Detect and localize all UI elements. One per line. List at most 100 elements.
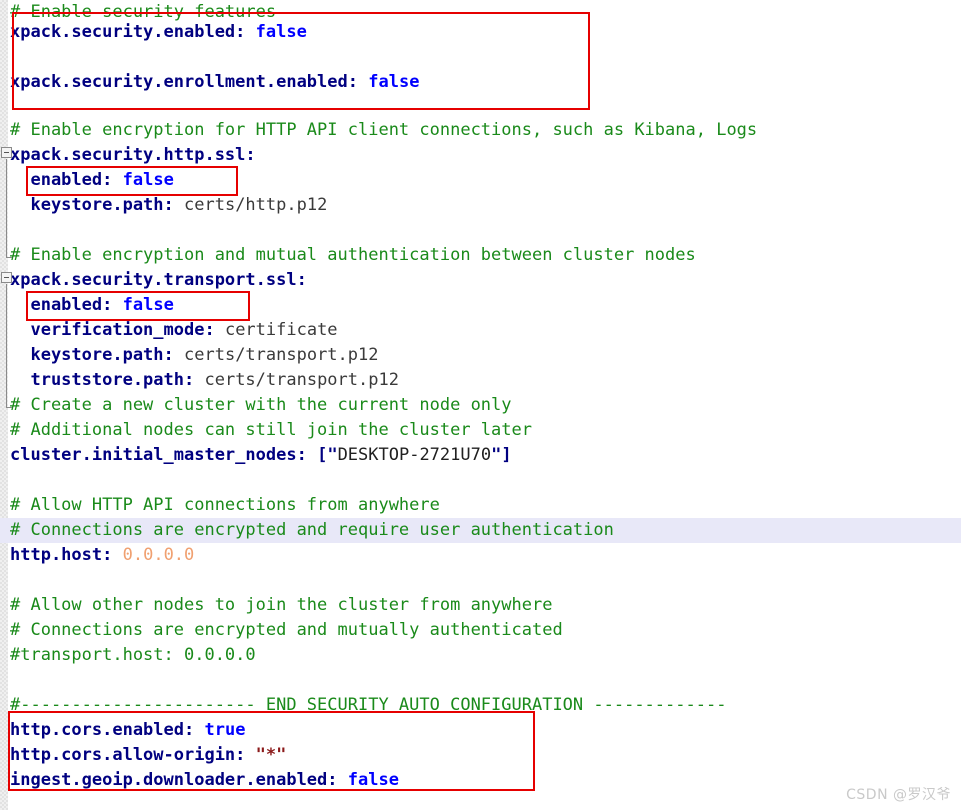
code-token-val xyxy=(112,295,122,315)
code-line-text: # Additional nodes can still join the cl… xyxy=(0,418,532,443)
code-line[interactable]: #----------------------- END SECURITY AU… xyxy=(0,693,961,718)
code-line[interactable]: keystore.path: certs/http.p12 xyxy=(0,193,961,218)
code-line[interactable]: http.host: 0.0.0.0 xyxy=(0,543,961,568)
code-line[interactable] xyxy=(0,668,961,693)
fold-transport-ssl-toggle-icon[interactable] xyxy=(1,272,12,283)
code-line-text: # Allow other nodes to join the cluster … xyxy=(0,593,552,618)
code-token-val: certificate xyxy=(214,320,338,340)
code-token-bool: true xyxy=(204,720,246,740)
code-line[interactable]: cluster.initial_master_nodes: ["DESKTOP-… xyxy=(0,443,961,468)
code-line-text: xpack.security.http.ssl: xyxy=(0,143,256,168)
code-token-ip: 0.0.0.0 xyxy=(122,545,195,565)
code-line-text: xpack.security.enrollment.enabled: false xyxy=(0,70,419,95)
code-line[interactable]: # Connections are encrypted and mutually… xyxy=(0,618,961,643)
code-token-key: http.cors.enabled xyxy=(10,720,184,740)
code-line[interactable]: xpack.security.http.ssl: xyxy=(0,143,961,168)
code-token-cmt: # Enable encryption and mutual authentic… xyxy=(10,245,696,265)
code-line-current[interactable]: # Connections are encrypted and require … xyxy=(0,518,961,543)
code-line-text: keystore.path: certs/transport.p12 xyxy=(0,343,378,368)
code-token-punct: : xyxy=(184,720,195,740)
code-line[interactable]: keystore.path: certs/transport.p12 xyxy=(0,343,961,368)
code-line[interactable] xyxy=(0,468,961,493)
code-token-punct: : xyxy=(296,445,307,465)
code-line[interactable]: ingest.geoip.downloader.enabled: false xyxy=(0,768,961,793)
code-token-bool: false xyxy=(255,22,307,42)
code-line-text: keystore.path: certs/http.p12 xyxy=(0,193,327,218)
code-token-punct: "] xyxy=(491,445,512,465)
code-line-text: enabled: false xyxy=(0,168,173,193)
code-token-bool: false xyxy=(368,72,420,92)
code-line[interactable]: truststore.path: certs/transport.p12 xyxy=(0,368,961,393)
code-line-text: # Connections are encrypted and require … xyxy=(0,518,614,543)
code-line[interactable]: enabled: false xyxy=(0,168,961,193)
code-token-cmt: #----------------------- END SECURITY AU… xyxy=(10,695,727,715)
code-line-text: cluster.initial_master_nodes: ["DESKTOP-… xyxy=(0,443,512,468)
code-token-punct: : xyxy=(102,170,113,190)
code-token-cmt: # Allow HTTP API connections from anywhe… xyxy=(10,495,440,515)
code-line[interactable]: xpack.security.enrollment.enabled: false xyxy=(0,70,961,95)
code-line-text: enabled: false xyxy=(0,293,174,318)
code-token-bool: false xyxy=(122,295,174,315)
code-token-punct: : xyxy=(327,770,338,790)
fold-http-ssl-toggle-icon[interactable] xyxy=(1,147,12,158)
code-token-punct: : xyxy=(184,370,195,390)
code-line-text: verification_mode: certificate xyxy=(0,318,338,343)
code-token-key: xpack.security.enrollment.enabled xyxy=(10,72,348,92)
code-token-key: enabled xyxy=(10,170,103,190)
code-token-punct: : xyxy=(347,72,359,92)
code-token-val xyxy=(307,445,317,465)
code-line[interactable]: # Enable encryption and mutual authentic… xyxy=(0,243,961,268)
code-line-text: http.cors.allow-origin: "*" xyxy=(0,743,286,768)
code-line[interactable]: verification_mode: certificate xyxy=(0,318,961,343)
code-token-punct: : xyxy=(163,195,174,215)
fold-http-ssl-range-line xyxy=(6,159,7,257)
code-token-cmt: #transport.host: 0.0.0.0 xyxy=(10,645,256,665)
code-token-key: truststore.path xyxy=(10,370,184,390)
code-token-cmt: # Allow other nodes to join the cluster … xyxy=(10,595,553,615)
code-token-key: http.cors.allow-origin xyxy=(10,745,236,765)
code-token-cmt: # Enable security features xyxy=(10,2,277,22)
code-token-key: xpack.security.http.ssl xyxy=(10,145,246,165)
code-token-val xyxy=(338,770,348,790)
code-token-val xyxy=(245,745,255,765)
code-line[interactable] xyxy=(0,45,961,70)
code-editor-pane[interactable]: # Enable security features xpack.security… xyxy=(0,0,961,810)
code-token-punct: : xyxy=(235,22,246,42)
code-line[interactable] xyxy=(0,95,961,120)
code-content[interactable]: # Enable security features xpack.security… xyxy=(0,0,961,810)
code-token-key: ingest.geoip.downloader.enabled xyxy=(10,770,328,790)
code-line[interactable]: http.cors.enabled: true xyxy=(0,718,961,743)
code-token-punct: : xyxy=(102,545,113,565)
code-line[interactable]: # Allow HTTP API connections from anywhe… xyxy=(0,493,961,518)
code-line-text: # Create a new cluster with the current … xyxy=(0,393,512,418)
code-line-text: xpack.security.enabled: false xyxy=(0,20,307,45)
code-token-val xyxy=(112,545,122,565)
code-line[interactable]: xpack.security.transport.ssl: xyxy=(0,268,961,293)
code-line-text: # Connections are encrypted and mutually… xyxy=(0,618,563,643)
code-line[interactable]: xpack.security.enabled: false xyxy=(0,20,961,45)
code-line-text: # Enable encryption and mutual authentic… xyxy=(0,243,696,268)
code-line[interactable]: #transport.host: 0.0.0.0 xyxy=(0,643,961,668)
code-line-text: truststore.path: certs/transport.p12 xyxy=(0,368,399,393)
code-line[interactable] xyxy=(0,568,961,593)
code-line-text: # Allow HTTP API connections from anywhe… xyxy=(0,493,440,518)
code-token-punct: : xyxy=(102,295,113,315)
code-token-punct: : xyxy=(163,345,174,365)
code-token-val: certs/transport.p12 xyxy=(194,370,399,390)
code-line[interactable] xyxy=(0,218,961,243)
code-line[interactable]: # Enable encryption for HTTP API client … xyxy=(0,118,961,143)
watermark-label: CSDN @罗汉爷 xyxy=(846,787,951,803)
fold-transport-ssl-range-line xyxy=(6,284,7,407)
code-token-key: xpack.security.transport.ssl xyxy=(10,270,297,290)
code-line[interactable]: http.cors.allow-origin: "*" xyxy=(0,743,961,768)
code-token-strq: DESKTOP-2721U70 xyxy=(337,445,492,465)
code-token-cmt: # Connections are encrypted and mutually… xyxy=(10,620,563,640)
code-line-text: http.cors.enabled: true xyxy=(0,718,245,743)
code-line[interactable]: enabled: false xyxy=(0,293,961,318)
code-line-text: # Enable encryption for HTTP API client … xyxy=(0,118,757,143)
code-line[interactable]: # Allow other nodes to join the cluster … xyxy=(0,593,961,618)
code-line[interactable]: # Additional nodes can still join the cl… xyxy=(0,418,961,443)
code-token-cmt: # Create a new cluster with the current … xyxy=(10,395,512,415)
code-line[interactable]: # Create a new cluster with the current … xyxy=(0,393,961,418)
code-line-text: #----------------------- END SECURITY AU… xyxy=(0,693,726,718)
